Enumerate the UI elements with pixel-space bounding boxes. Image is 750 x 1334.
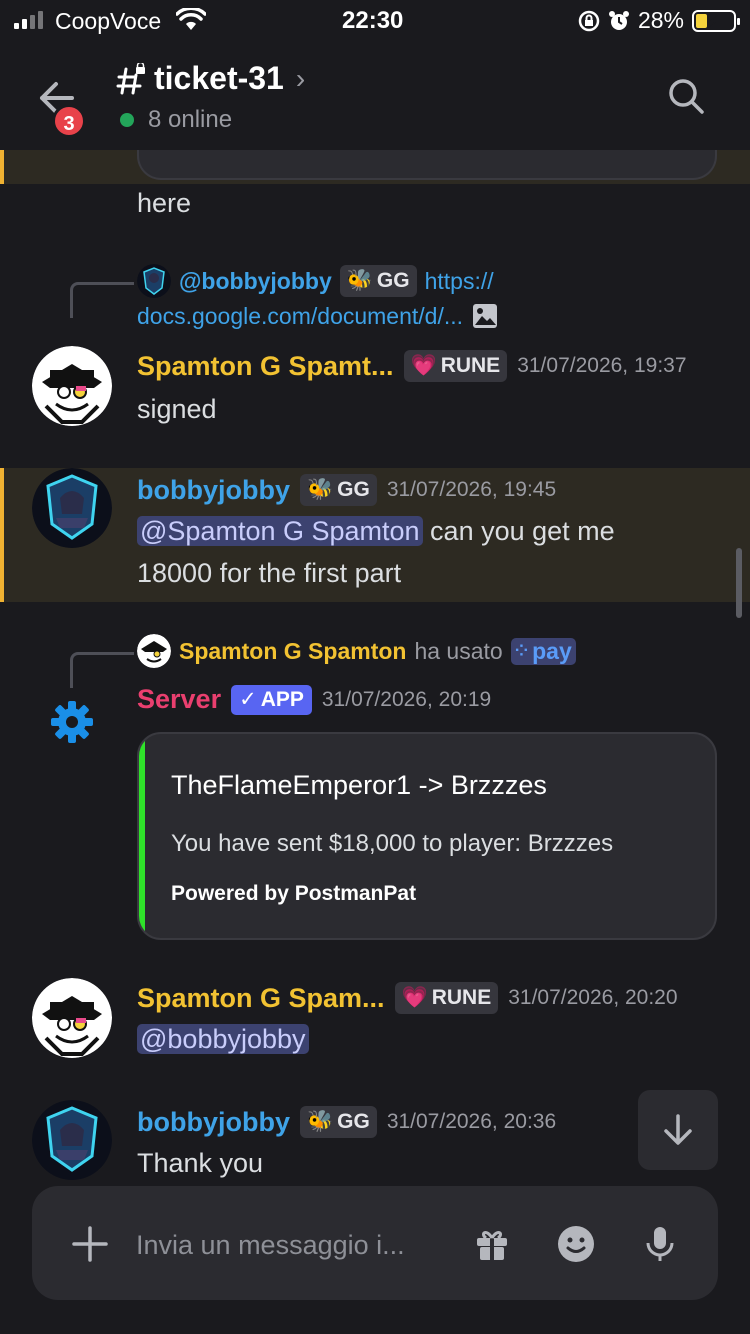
carrier-name: CoopVoce — [55, 8, 162, 34]
role-tag: 🐝 GG — [299, 1106, 377, 1138]
bee-icon: 🐝 — [346, 269, 373, 292]
timestamp: 31/07/2026, 20:19 — [321, 687, 492, 711]
reply-preview-continued[interactable]: docs.google.com/document/d/... — [137, 302, 499, 330]
role-tag: 💗 RUNE — [403, 350, 508, 382]
message-header: bobbyjobby 🐝 GG 31/07/2026, 19:45 — [137, 474, 556, 506]
command-reply[interactable]: Spamton G Spamton ha usato ⁘ pay — [137, 634, 576, 668]
reply-connector — [70, 652, 134, 688]
message-text-line2: 18000 for the first part — [137, 558, 402, 588]
role-tag: 🐝 GG — [339, 265, 417, 297]
previous-embed — [137, 150, 717, 180]
jump-to-bottom-button[interactable] — [638, 1090, 718, 1170]
message-header: Spamton G Spamt... 💗 RUNE 31/07/2026, 19:… — [137, 350, 687, 382]
gear-icon — [51, 701, 93, 743]
signal-icon — [14, 11, 43, 29]
embed-title: TheFlameEmperor1 -> Brzzzes — [171, 770, 547, 800]
message-header: bobbyjobby 🐝 GG 31/07/2026, 20:36 — [137, 1106, 556, 1138]
embed-accent-bar — [139, 734, 145, 938]
timestamp: 31/07/2026, 19:45 — [386, 478, 557, 501]
check-icon: ✓ — [239, 688, 257, 711]
message-header: Spamton G Spam... 💗 RUNE 31/07/2026, 20:2… — [137, 982, 678, 1014]
avatar-spamton[interactable] — [32, 978, 112, 1058]
avatar-spamton[interactable] — [32, 346, 112, 426]
arrow-down-icon — [664, 1114, 692, 1145]
wifi-icon — [176, 8, 206, 30]
app-tag: ✓ APP — [231, 684, 312, 715]
timestamp: 31/07/2026, 20:20 — [508, 986, 678, 1009]
emoji-icon[interactable] — [556, 1224, 596, 1264]
channel-title[interactable]: ticket-31 › — [116, 60, 305, 97]
plus-icon[interactable] — [70, 1224, 110, 1264]
message-text: signed — [137, 394, 217, 424]
reply-link[interactable]: https:// — [425, 268, 494, 295]
online-dot-icon — [120, 113, 134, 127]
reply-author: Spamton G Spamton — [179, 637, 407, 664]
avatar-bobbyjobby-mini — [137, 264, 171, 298]
author-name[interactable]: Spamton G Spam... — [137, 983, 385, 1014]
message-text: here — [137, 188, 192, 218]
message-input[interactable] — [136, 1224, 446, 1266]
author-name[interactable]: bobbyjobby — [137, 475, 290, 506]
reply-author: @bobbyjobby — [179, 267, 332, 294]
reply-connector — [70, 282, 134, 318]
role-tag: 🐝 GG — [299, 474, 377, 506]
unread-badge: 3 — [52, 104, 86, 138]
locked-channel-icon — [116, 62, 145, 94]
online-count: 8 online — [148, 106, 233, 133]
reply-preview[interactable]: @bobbyjobby 🐝 GG https:// — [137, 264, 494, 298]
message-text: @Spamton G Spamton can you get me — [137, 516, 615, 547]
message-list[interactable]: here @bobbyjobby 🐝 GG https:// docs.googl… — [0, 150, 750, 1184]
timestamp: 31/07/2026, 20:36 — [386, 1110, 557, 1133]
message-text: @bobbyjobby — [137, 1024, 309, 1055]
chevron-right-icon: › — [295, 62, 306, 94]
reply-link-continued[interactable]: docs.google.com/document/d/... — [137, 303, 463, 330]
timestamp: 31/07/2026, 19:37 — [517, 354, 687, 377]
heart-icon: 💗 — [401, 986, 428, 1009]
microphone-icon[interactable] — [640, 1224, 680, 1264]
gift-icon[interactable] — [472, 1224, 512, 1264]
author-name[interactable]: bobbyjobby — [137, 1107, 290, 1138]
bee-icon: 🐝 — [306, 478, 334, 501]
message-composer — [32, 1186, 718, 1300]
heart-icon: 💗 — [410, 354, 437, 377]
scrollbar[interactable] — [736, 548, 742, 618]
clock: 22:30 — [342, 7, 404, 34]
alarm-icon — [608, 10, 629, 30]
status-bar: CoopVoce 22:30 28% ⚡ — [0, 0, 750, 42]
channel-name: ticket-31 — [154, 60, 284, 96]
user-mention[interactable]: @bobbyjobby — [137, 1024, 309, 1054]
battery-percent: 28% — [637, 7, 684, 33]
embed-description: You have sent $18,000 to player: Brzzzes — [171, 830, 614, 857]
message-text: Thank you — [137, 1148, 264, 1178]
avatar-bobbyjobby[interactable] — [32, 1100, 112, 1180]
slash-command[interactable]: ⁘ pay — [510, 637, 576, 665]
app-grid-icon: ⁘ — [514, 643, 529, 660]
channel-header: 3 ticket-31 › 8 online — [0, 42, 750, 150]
user-mention[interactable]: @Spamton G Spamton — [137, 516, 423, 546]
role-tag: 💗 RUNE — [394, 982, 499, 1014]
online-status: 8 online — [120, 106, 232, 134]
bee-icon: 🐝 — [306, 1110, 334, 1133]
author-name[interactable]: Server — [137, 684, 221, 715]
message-embed: TheFlameEmperor1 -> Brzzzes You have sen… — [137, 732, 717, 940]
image-icon — [473, 304, 498, 328]
battery-icon: ⚡ — [692, 9, 740, 32]
avatar-spamton-mini — [137, 634, 171, 668]
battery-fill — [696, 13, 708, 28]
reply-action: ha usato — [414, 637, 503, 664]
server-avatar[interactable] — [48, 698, 96, 746]
rotation-lock-icon — [578, 10, 600, 31]
author-name[interactable]: Spamton G Spamt... — [137, 351, 394, 382]
embed-footer: Powered by PostmanPat — [171, 882, 417, 905]
search-icon[interactable] — [666, 76, 706, 116]
avatar-bobbyjobby[interactable] — [32, 468, 112, 548]
message-header: Server ✓ APP 31/07/2026, 20:19 — [137, 684, 491, 715]
